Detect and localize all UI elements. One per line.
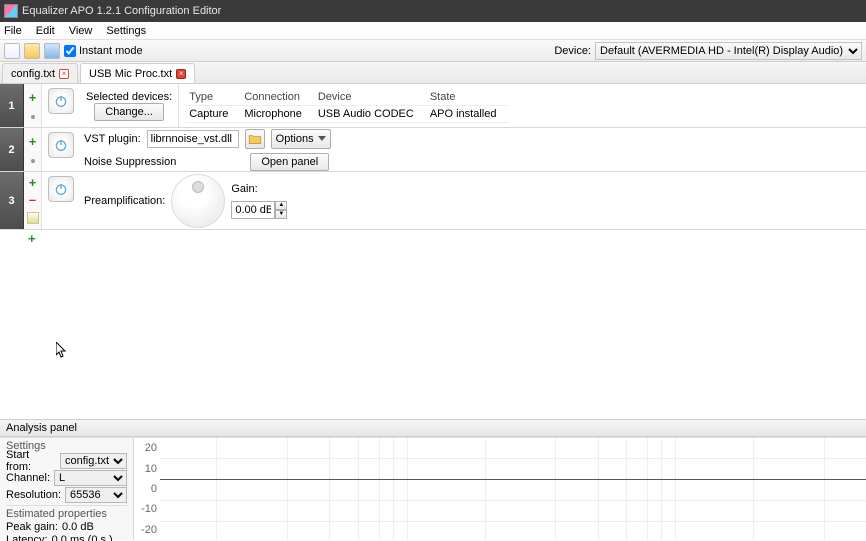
row-tools: + – [24,172,42,229]
menu-edit[interactable]: Edit [36,25,55,37]
estimated-heading: Estimated properties [6,508,127,520]
add-icon[interactable]: + [29,177,37,189]
cursor-icon [56,342,68,363]
col-state: State [426,89,509,106]
row-tools: + [24,84,42,127]
power-icon [53,181,69,197]
col-type: Type [185,89,240,106]
resolution-select[interactable]: 65536 [65,487,127,503]
channel-label: Channel: [6,472,50,484]
remove-icon[interactable]: – [29,194,36,206]
toolbar: Instant mode Device: Default (AVERMEDIA … [0,40,866,62]
tab-label: USB Mic Proc.txt [89,68,172,80]
instant-mode-label: Instant mode [79,45,143,57]
row-number: 1 [0,84,24,127]
tick: 10 [145,463,157,475]
tick: 20 [145,442,157,454]
menu-view[interactable]: View [69,25,93,37]
window-title: Equalizer APO 1.2.1 Configuration Editor [22,5,221,17]
spin-up-icon[interactable]: ▲ [275,201,287,210]
open-file-button[interactable] [24,43,40,59]
y-axis: 20 10 0 -10 -20 [134,438,160,540]
filter-row-1: 1 + Selected devices: Change... Type Con… [0,84,866,128]
power-toggle[interactable] [48,176,74,202]
table-row: Capture Microphone USB Audio CODEC APO i… [185,105,508,122]
file-tabs: config.txt × USB Mic Proc.txt × [0,62,866,84]
close-icon[interactable]: × [59,69,69,79]
row-number: 3 [0,172,24,229]
power-toggle[interactable] [48,88,74,114]
close-dirty-icon[interactable]: × [176,69,186,79]
gain-input[interactable] [231,201,275,219]
cell-connection: Microphone [240,105,313,122]
tab-usb-mic-proc[interactable]: USB Mic Proc.txt × [80,63,195,83]
filter-rows-area: 1 + Selected devices: Change... Type Con… [0,84,866,419]
spin-down-icon[interactable]: ▼ [275,210,287,219]
filter-row-3: 3 + – Preamplification: Gain: ▲ [0,172,866,230]
add-icon[interactable]: + [29,136,37,148]
power-icon [53,93,69,109]
row-number: 2 [0,128,24,171]
chevron-down-icon [318,136,326,141]
drag-handle-icon[interactable] [31,159,35,163]
filter-row-2: 2 + VST plugin: Options [0,128,866,172]
tick: -10 [141,503,157,515]
tab-config[interactable]: config.txt × [2,63,78,83]
devices-table: Type Connection Device State Capture Mic… [185,89,508,123]
app-icon [4,4,18,18]
latency-label: Latency: [6,534,48,541]
cell-state: APO installed [426,105,509,122]
vst-options-dropdown[interactable]: Options [271,129,331,149]
vst-plugin-input[interactable] [147,130,239,148]
device-label: Device: [554,45,591,57]
add-icon[interactable]: + [28,233,36,245]
menubar: File Edit View Settings [0,22,866,40]
peak-gain-value: 0.0 dB [62,521,94,533]
selected-devices-label: Selected devices: [86,91,172,103]
menu-file[interactable]: File [4,25,22,37]
append-row: + [0,230,866,248]
col-device: Device [314,89,426,106]
analysis-panel-header: Analysis panel [0,419,866,437]
save-file-button[interactable] [44,43,60,59]
peak-gain-label: Peak gain: [6,521,58,533]
gain-spinner[interactable]: ▲ ▼ [231,201,287,219]
vst-plugin-name: Noise Suppression [84,156,176,168]
col-connection: Connection [240,89,313,106]
row-tools: + [24,128,42,171]
analysis-graph[interactable] [160,438,866,540]
analysis-title: Analysis panel [6,422,77,434]
tick: -20 [141,524,157,536]
analysis-panel: Settings Start from: config.txt Channel:… [0,437,866,540]
instant-mode-checkbox[interactable] [64,45,76,57]
cell-device: USB Audio CODEC [314,105,426,122]
gain-dial[interactable] [171,174,225,228]
edit-icon[interactable] [27,212,39,224]
folder-icon [248,133,262,145]
options-label: Options [276,133,314,145]
channel-select[interactable]: L [54,470,127,486]
latency-value: 0.0 ms (0 s.) [52,534,113,541]
start-from-select[interactable]: config.txt [60,453,127,469]
tick: 0 [151,483,157,495]
zero-line [160,479,866,480]
device-select[interactable]: Default (AVERMEDIA HD - Intel(R) Display… [595,42,862,60]
power-icon [53,137,69,153]
cell-type: Capture [185,105,240,122]
drag-handle-icon[interactable] [31,115,35,119]
menu-settings[interactable]: Settings [106,25,146,37]
resolution-label: Resolution: [6,489,61,501]
browse-plugin-button[interactable] [245,129,265,149]
add-icon[interactable]: + [29,92,37,104]
tab-label: config.txt [11,68,55,80]
gain-label: Gain: [231,183,287,195]
change-devices-button[interactable]: Change... [94,103,164,121]
open-panel-button[interactable]: Open panel [250,153,329,171]
preamp-label: Preamplification: [84,195,165,207]
analysis-settings: Settings Start from: config.txt Channel:… [0,438,134,540]
power-toggle[interactable] [48,132,74,158]
vst-plugin-label: VST plugin: [84,133,141,145]
window-titlebar: Equalizer APO 1.2.1 Configuration Editor [0,0,866,22]
new-file-button[interactable] [4,43,20,59]
